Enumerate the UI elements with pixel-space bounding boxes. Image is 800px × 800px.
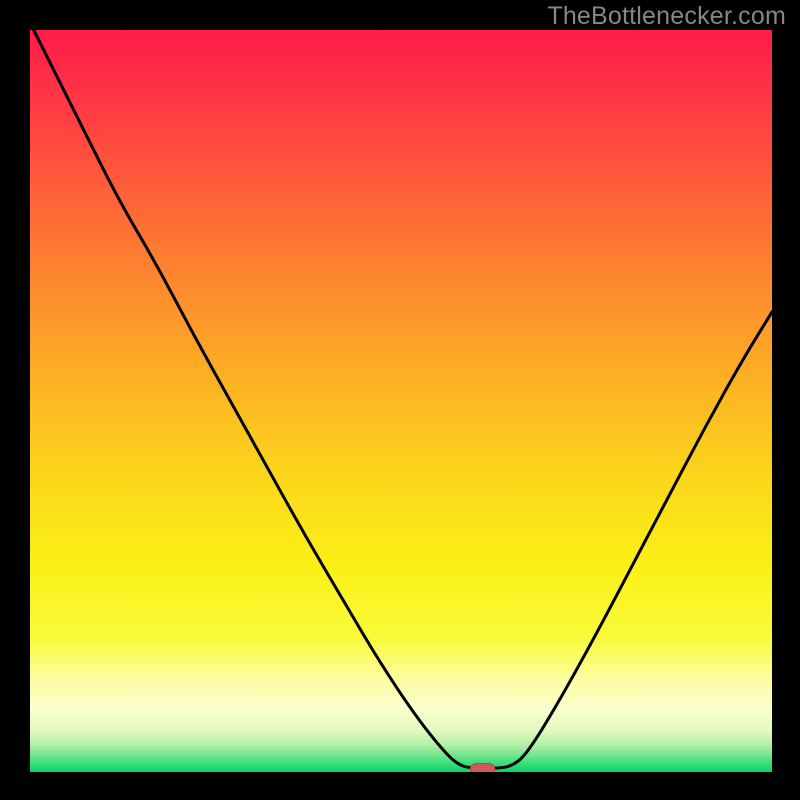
chart-container: TheBottlenecker.com (0, 0, 800, 800)
optimum-marker (470, 763, 494, 772)
chart-svg (30, 30, 772, 772)
watermark-text: TheBottlenecker.com (547, 2, 786, 31)
bottleneck-chart (30, 30, 772, 772)
gradient-background (30, 30, 772, 772)
